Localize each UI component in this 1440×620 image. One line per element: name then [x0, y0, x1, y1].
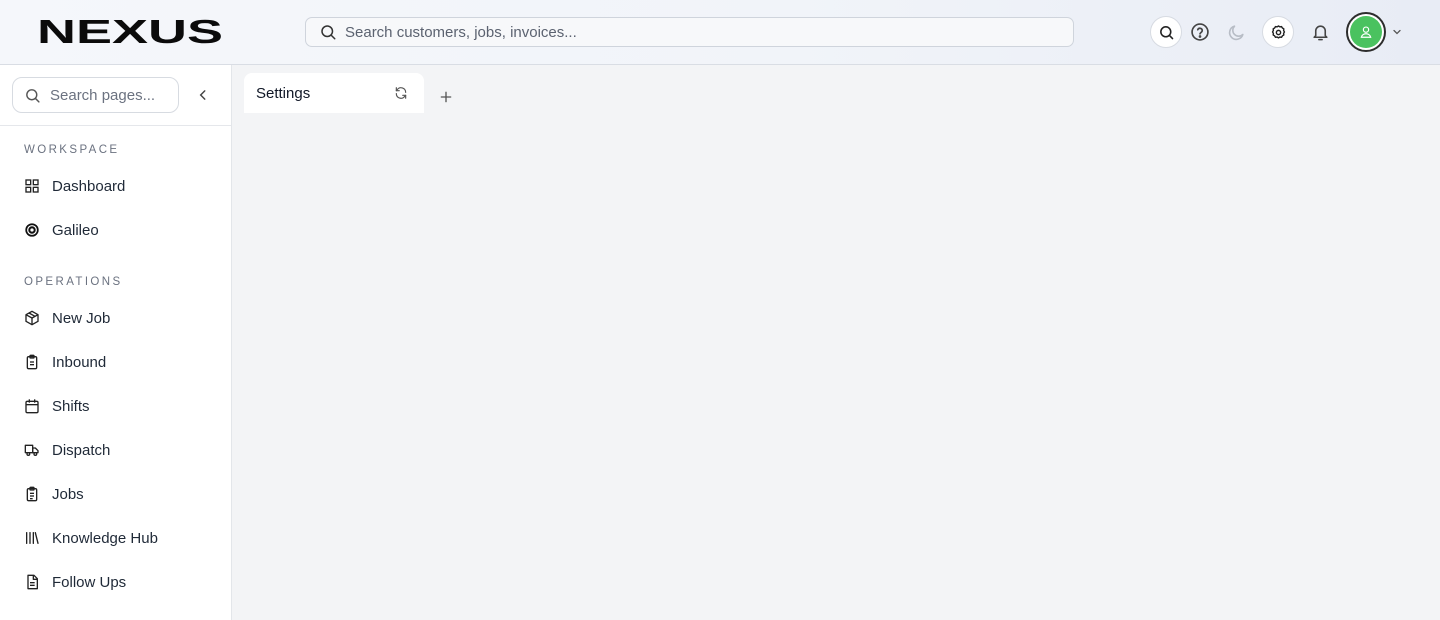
sidebar-item-jobs[interactable]: Jobs — [12, 476, 220, 512]
svg-text:NEXUS: NEXUS — [37, 17, 223, 45]
sidebar-item-label: Knowledge Hub — [52, 529, 158, 547]
main-content: Settings — [232, 65, 1440, 620]
chevron-left-icon — [196, 88, 210, 102]
help-icon — [1190, 22, 1210, 42]
sidebar-item-dispatch[interactable]: Dispatch — [12, 432, 220, 468]
sidebar: WORKSPACE Dashboard Galileo OPERATIONS N… — [0, 65, 232, 620]
page-search-box[interactable] — [12, 77, 179, 113]
search-icon — [1158, 24, 1175, 41]
global-search-input[interactable] — [345, 23, 1045, 41]
tab-settings[interactable]: Settings — [244, 73, 424, 113]
sidebar-item-label: Jobs — [52, 485, 84, 503]
search-icon — [24, 87, 41, 104]
sidebar-item-label: Follow Ups — [52, 573, 127, 591]
sidebar-item-label: Dispatch — [52, 441, 111, 459]
sidebar-item-label: New Job — [52, 309, 111, 327]
sidebar-item-inbound[interactable]: Inbound — [12, 344, 220, 380]
clipboard-list-icon — [24, 486, 40, 502]
search-icon — [319, 23, 337, 41]
avatar — [1350, 16, 1382, 48]
file-text-icon — [24, 574, 40, 590]
dark-mode-toggle[interactable] — [1220, 16, 1252, 48]
chevron-down-icon — [1391, 26, 1403, 38]
library-icon — [24, 530, 40, 546]
add-tab-button[interactable] — [438, 89, 454, 105]
user-menu-chevron[interactable] — [1391, 26, 1403, 38]
tab-label: Settings — [256, 84, 311, 102]
page-search-input[interactable] — [50, 86, 165, 104]
sidebar-item-label: Dashboard — [52, 177, 126, 195]
sidebar-item-new-job[interactable]: New Job — [12, 300, 220, 336]
collapse-sidebar-button[interactable] — [195, 87, 211, 103]
sidebar-item-dashboard[interactable]: Dashboard — [12, 168, 220, 204]
sidebar-item-knowledge-hub[interactable]: Knowledge Hub — [12, 520, 220, 556]
refresh-icon[interactable] — [394, 86, 408, 100]
notifications-button[interactable] — [1304, 16, 1336, 48]
section-label-operations: OPERATIONS — [24, 276, 123, 288]
package-plus-icon — [24, 310, 40, 326]
galileo-icon — [24, 222, 40, 238]
section-label-workspace: WORKSPACE — [24, 144, 120, 156]
sidebar-item-galileo[interactable]: Galileo — [12, 212, 220, 248]
sidebar-item-label: Shifts — [52, 397, 90, 415]
plus-icon — [438, 89, 454, 105]
divider — [0, 125, 231, 126]
bell-icon — [1311, 23, 1330, 42]
sidebar-item-label: Inbound — [52, 353, 107, 371]
user-avatar-button[interactable] — [1346, 12, 1386, 52]
quick-search-button[interactable] — [1150, 16, 1182, 48]
sidebar-item-shifts[interactable]: Shifts — [12, 388, 220, 424]
dashboard-grid-icon — [24, 178, 40, 194]
calendar-icon — [24, 398, 40, 414]
moon-icon — [1227, 23, 1246, 42]
settings-icon — [1270, 24, 1287, 41]
settings-button[interactable] — [1262, 16, 1294, 48]
sidebar-item-follow-ups[interactable]: Follow Ups — [12, 564, 220, 600]
top-bar: NEXUS — [0, 0, 1440, 65]
user-icon — [1359, 25, 1373, 39]
global-search-box[interactable] — [305, 17, 1074, 47]
nexus-logo[interactable]: NEXUS — [37, 17, 224, 45]
sidebar-item-label: Galileo — [52, 221, 99, 239]
help-button[interactable] — [1184, 16, 1216, 48]
clipboard-icon — [24, 354, 40, 370]
truck-icon — [24, 442, 40, 458]
